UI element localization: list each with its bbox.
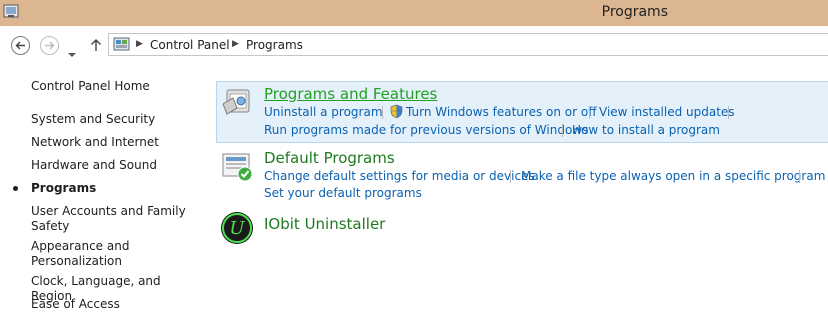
breadcrumb-separator-icon[interactable]: ▶ bbox=[232, 39, 239, 49]
link-change-default-settings[interactable]: Change default settings for media or dev… bbox=[264, 169, 535, 183]
address-bar[interactable]: ▶ Control Panel ▶ Programs bbox=[108, 33, 828, 56]
link-view-installed-updates[interactable]: View installed updates bbox=[599, 105, 735, 119]
sidebar-item-appearance[interactable]: Appearance and Personalization bbox=[31, 239, 201, 269]
sidebar-item-programs[interactable]: Programs bbox=[31, 181, 201, 196]
back-button[interactable] bbox=[11, 36, 30, 55]
sidebar-item-hardware-sound[interactable]: Hardware and Sound bbox=[31, 158, 201, 173]
title-bar: Programs bbox=[0, 0, 828, 26]
active-item-bullet bbox=[13, 186, 18, 191]
link-separator bbox=[562, 124, 563, 137]
programs-and-features-icon[interactable] bbox=[221, 86, 253, 122]
breadcrumb-separator-icon[interactable]: ▶ bbox=[136, 39, 143, 49]
link-uninstall-program[interactable]: Uninstall a program bbox=[264, 105, 383, 119]
forward-button[interactable] bbox=[40, 36, 59, 55]
arrow-right-icon bbox=[45, 41, 55, 50]
sidebar: Control Panel Home System and Security N… bbox=[0, 62, 210, 320]
iobit-uninstaller-title[interactable]: IObit Uninstaller bbox=[264, 215, 385, 233]
main-content: Programs and Features Uninstall a progra… bbox=[216, 62, 828, 320]
link-separator bbox=[728, 106, 729, 119]
link-separator bbox=[799, 170, 800, 183]
control-panel-icon bbox=[113, 36, 130, 56]
sidebar-item-network-internet[interactable]: Network and Internet bbox=[31, 135, 201, 150]
link-set-default-programs[interactable]: Set your default programs bbox=[264, 186, 422, 200]
default-programs-title[interactable]: Default Programs bbox=[264, 149, 395, 167]
link-separator bbox=[382, 106, 383, 119]
svg-text:U: U bbox=[229, 218, 245, 239]
link-file-type-association[interactable]: Make a file type always open in a specif… bbox=[521, 169, 825, 183]
sidebar-item-ease-of-access[interactable]: Ease of Access bbox=[31, 297, 201, 312]
default-programs-icon[interactable] bbox=[221, 150, 253, 186]
link-run-older-programs[interactable]: Run programs made for previous versions … bbox=[264, 123, 588, 137]
sidebar-control-panel-home[interactable]: Control Panel Home bbox=[31, 79, 201, 94]
breadcrumb-programs[interactable]: Programs bbox=[246, 38, 303, 52]
sidebar-item-system-security[interactable]: System and Security bbox=[31, 112, 201, 127]
window-title: Programs bbox=[601, 4, 668, 20]
sidebar-item-user-accounts[interactable]: User Accounts and Family Safety bbox=[31, 204, 201, 234]
breadcrumb-control-panel[interactable]: Control Panel bbox=[150, 38, 230, 52]
arrow-left-icon bbox=[15, 41, 25, 50]
up-button[interactable] bbox=[90, 37, 102, 56]
link-separator bbox=[589, 106, 590, 119]
arrow-up-icon bbox=[91, 39, 101, 51]
shield-icon bbox=[390, 104, 403, 123]
chevron-down-icon bbox=[68, 53, 76, 57]
link-separator bbox=[510, 170, 511, 183]
link-how-to-install[interactable]: How to install a program bbox=[572, 123, 720, 137]
recent-locations-dropdown[interactable] bbox=[68, 43, 76, 62]
navigation-bar: ▶ Control Panel ▶ Programs bbox=[0, 26, 828, 62]
link-turn-windows-features[interactable]: Turn Windows features on or off bbox=[406, 105, 597, 119]
programs-and-features-title[interactable]: Programs and Features bbox=[264, 85, 437, 103]
iobit-uninstaller-icon[interactable]: U bbox=[220, 211, 254, 249]
